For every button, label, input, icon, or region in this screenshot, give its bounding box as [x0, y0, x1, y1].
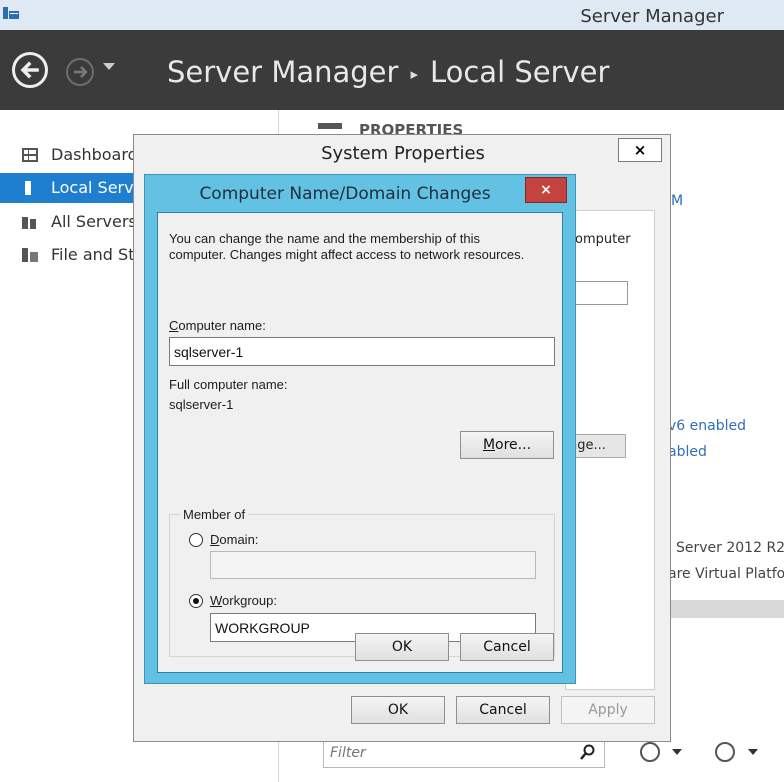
dashboard-grid-icon — [22, 148, 38, 162]
chevron-down-icon[interactable] — [672, 749, 682, 755]
computer-name-input[interactable] — [169, 337, 555, 366]
dialog-title: System Properties — [321, 143, 485, 164]
cancel-button[interactable]: Cancel — [456, 696, 550, 724]
domain-input[interactable] — [210, 551, 536, 579]
sidebar-item-file-storage[interactable]: File and Storage Services — [0, 240, 140, 270]
sidebar-item-label: File and Storage Services — [51, 245, 140, 264]
cancel-button[interactable]: Cancel — [460, 633, 554, 661]
close-button[interactable]: × — [525, 177, 567, 203]
computer-name-dialog: Computer Name/Domain Changes × You can c… — [144, 174, 576, 684]
sidebar-item-all-servers[interactable]: All Servers — [0, 207, 140, 237]
window-titlebar: Server Manager — [0, 0, 784, 30]
workgroup-radio[interactable] — [189, 594, 203, 608]
domain-label: Domain: — [210, 532, 259, 547]
sidebar-item-dashboard[interactable]: Dashboard — [0, 140, 140, 170]
os-version-text: Server 2012 R2 — [676, 540, 784, 556]
sidebar-item-local-server[interactable]: Local Server — [0, 173, 140, 203]
sidebar-item-label: All Servers — [51, 212, 137, 231]
window-title: Server Manager — [580, 6, 724, 27]
breadcrumb-current: Local Server — [429, 55, 610, 89]
apply-button[interactable]: Apply — [561, 696, 655, 724]
partial-computer-text: omputer — [575, 232, 631, 247]
back-button[interactable] — [12, 52, 48, 88]
breadcrumb-separator-icon: ▸ — [410, 65, 418, 83]
sidebar-item-label: Local Server — [51, 178, 140, 197]
ok-button[interactable]: OK — [355, 633, 449, 661]
forward-button[interactable] — [66, 58, 94, 86]
arrow-right-icon — [74, 66, 88, 78]
properties-icon — [318, 123, 342, 129]
enabled-link[interactable]: abled — [668, 444, 707, 460]
ok-button[interactable]: OK — [351, 696, 445, 724]
breadcrumb: Server Manager ▸ Local Server — [167, 55, 609, 89]
ipv6-link[interactable]: v6 enabled — [668, 418, 746, 434]
dialog-title: Computer Name/Domain Changes — [199, 184, 491, 204]
search-icon[interactable] — [580, 744, 596, 760]
filter-input[interactable] — [324, 739, 572, 767]
servers-icon — [22, 217, 36, 229]
computer-name-label: Computer name: — [169, 318, 266, 333]
file-storage-icon — [22, 248, 38, 262]
description-line-2: computer. Changes might affect access to… — [169, 247, 525, 262]
horizontal-scrollbar[interactable] — [668, 600, 784, 618]
full-name-value: sqlserver-1 — [169, 397, 234, 412]
navigation-dropdown-icon[interactable] — [103, 63, 115, 70]
server-manager-app-icon — [3, 7, 19, 19]
save-icon[interactable] — [715, 742, 735, 762]
more-button[interactable]: More... — [460, 431, 554, 459]
full-name-label: Full computer name: — [169, 377, 288, 392]
arrow-left-icon — [20, 61, 39, 79]
platform-text: are Virtual Platform — [668, 566, 784, 582]
domain-radio[interactable] — [189, 533, 203, 547]
close-button[interactable]: × — [618, 138, 662, 162]
workgroup-label: Workgroup: — [210, 593, 277, 608]
chevron-down-icon[interactable] — [748, 749, 758, 755]
member-of-label: Member of — [180, 507, 249, 522]
list-view-icon[interactable] — [640, 742, 660, 762]
dialog-body: You can change the name and the membersh… — [157, 212, 563, 673]
server-icon — [25, 181, 31, 195]
sidebar-item-label: Dashboard — [51, 145, 138, 164]
breadcrumb-app[interactable]: Server Manager — [167, 55, 398, 89]
description-line-1: You can change the name and the membersh… — [169, 231, 481, 246]
description-field[interactable] — [574, 281, 628, 305]
filter-field[interactable] — [323, 738, 605, 768]
partial-link[interactable]: M — [671, 193, 683, 209]
